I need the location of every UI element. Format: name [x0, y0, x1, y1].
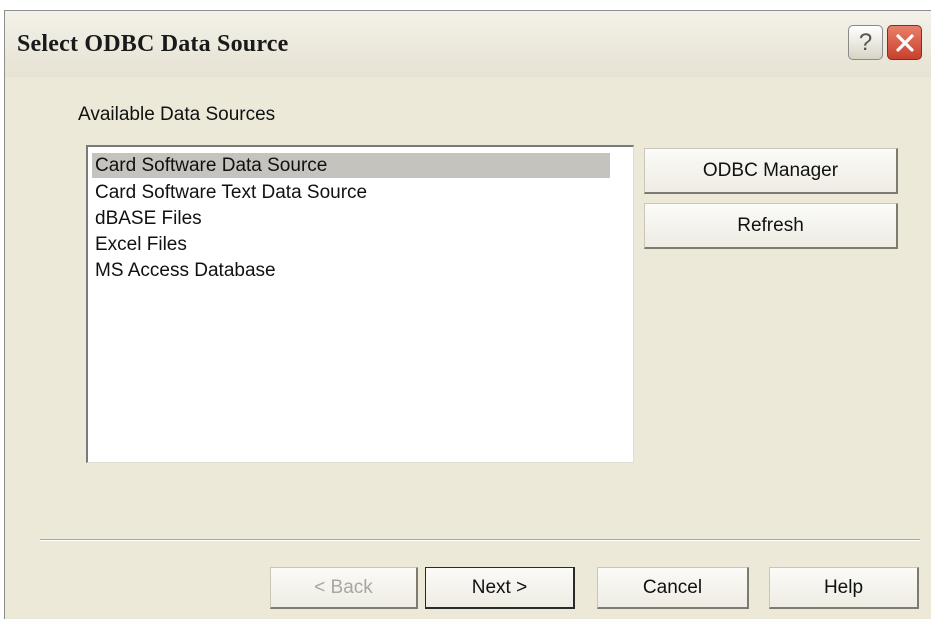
- close-x-glyph: [895, 33, 914, 52]
- list-item[interactable]: Card Software Data Source: [92, 153, 610, 178]
- cancel-button[interactable]: Cancel: [597, 567, 749, 609]
- next-button[interactable]: Next >: [425, 567, 575, 609]
- help-button[interactable]: Help: [769, 567, 919, 609]
- list-item[interactable]: dBASE Files: [92, 206, 610, 231]
- list-item[interactable]: Excel Files: [92, 232, 610, 257]
- list-item[interactable]: Card Software Text Data Source: [92, 180, 610, 205]
- footer-separator: [40, 539, 920, 541]
- available-sources-label: Available Data Sources: [78, 104, 276, 125]
- help-icon[interactable]: ?: [848, 25, 883, 60]
- refresh-button[interactable]: Refresh: [644, 203, 898, 249]
- list-item[interactable]: MS Access Database: [92, 258, 610, 283]
- odbc-dialog: Select ODBC Data Source ? Available Data…: [4, 10, 931, 619]
- close-icon[interactable]: [887, 25, 922, 60]
- back-button[interactable]: < Back: [270, 567, 418, 609]
- title-bar[interactable]: Select ODBC Data Source ?: [5, 11, 931, 77]
- window-title: Select ODBC Data Source: [17, 31, 289, 57]
- data-source-list[interactable]: Card Software Data Source Card Software …: [86, 145, 634, 463]
- odbc-manager-button[interactable]: ODBC Manager: [644, 148, 898, 194]
